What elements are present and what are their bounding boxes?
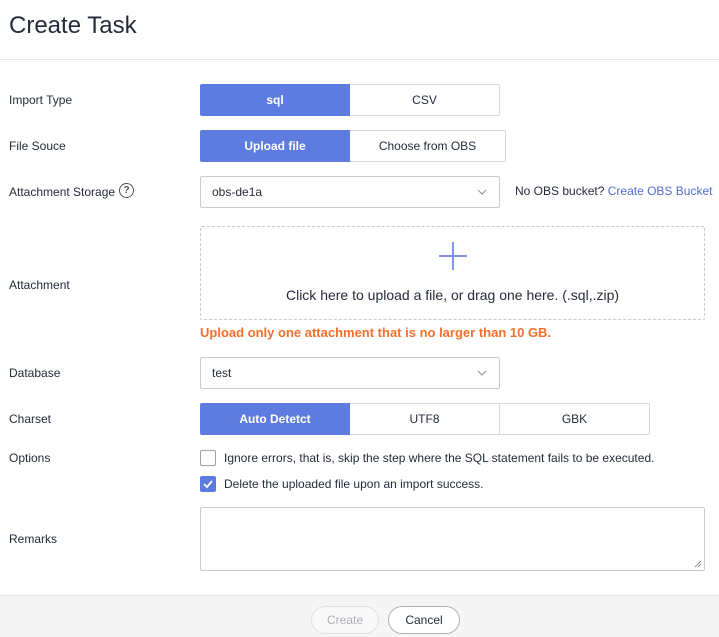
import-type-label: Import Type bbox=[9, 93, 73, 107]
file-upload-dropzone[interactable]: Click here to upload a file, or drag one… bbox=[200, 226, 705, 320]
obs-hint: No OBS bucket? Create OBS Bucket bbox=[515, 184, 712, 198]
attachment-storage-select[interactable]: obs-de1a bbox=[200, 176, 500, 208]
ignore-errors-option[interactable]: Ignore errors, that is, skip the step wh… bbox=[200, 450, 654, 466]
charset-utf8-option[interactable]: UTF8 bbox=[350, 403, 500, 435]
charset-segmented: Auto Detetct UTF8 GBK bbox=[200, 403, 650, 435]
database-value: test bbox=[212, 366, 232, 380]
delete-file-option[interactable]: Delete the uploaded file upon an import … bbox=[200, 476, 484, 492]
obs-hint-text: No OBS bucket? bbox=[515, 184, 605, 198]
chevron-down-icon bbox=[477, 189, 487, 195]
help-icon[interactable]: ? bbox=[119, 183, 135, 199]
charset-label: Charset bbox=[9, 412, 52, 426]
dialog-title: Create Task bbox=[9, 12, 137, 39]
attachment-storage-label-row: Attachment Storage? bbox=[9, 183, 135, 200]
title-divider bbox=[0, 59, 719, 60]
file-source-segmented: Upload file Choose from OBS bbox=[200, 130, 506, 162]
plus-icon bbox=[439, 242, 467, 270]
remarks-label: Remarks bbox=[9, 532, 58, 546]
dialog-footer: Create Cancel bbox=[0, 595, 719, 637]
charset-auto-option[interactable]: Auto Detetct bbox=[200, 403, 350, 435]
dropzone-text: Click here to upload a file, or drag one… bbox=[285, 287, 620, 303]
delete-file-label: Delete the uploaded file upon an import … bbox=[224, 477, 484, 491]
file-source-obs-option[interactable]: Choose from OBS bbox=[350, 130, 506, 162]
attachment-size-warning: Upload only one attachment that is no la… bbox=[200, 325, 552, 340]
import-type-csv-option[interactable]: CSV bbox=[350, 84, 500, 116]
attachment-label: Attachment bbox=[9, 278, 70, 292]
chevron-down-icon bbox=[477, 370, 487, 376]
delete-file-checkbox[interactable] bbox=[200, 476, 216, 492]
options-label: Options bbox=[9, 451, 51, 465]
charset-gbk-option[interactable]: GBK bbox=[500, 403, 650, 435]
create-obs-bucket-link[interactable]: Create OBS Bucket bbox=[608, 184, 713, 198]
database-select[interactable]: test bbox=[200, 357, 500, 389]
file-source-upload-option[interactable]: Upload file bbox=[200, 130, 350, 162]
ignore-errors-checkbox[interactable] bbox=[200, 450, 216, 466]
resize-grip-icon[interactable] bbox=[694, 560, 702, 568]
checkmark-icon bbox=[203, 480, 213, 489]
create-button[interactable]: Create bbox=[311, 606, 379, 634]
attachment-storage-value: obs-de1a bbox=[212, 185, 263, 199]
attachment-storage-label: Attachment Storage bbox=[9, 185, 116, 199]
remarks-textarea[interactable] bbox=[200, 507, 705, 571]
cancel-button[interactable]: Cancel bbox=[388, 606, 460, 634]
database-label: Database bbox=[9, 366, 61, 380]
import-type-segmented: sql CSV bbox=[200, 84, 500, 116]
file-source-label: File Souce bbox=[9, 139, 66, 153]
import-type-sql-option[interactable]: sql bbox=[200, 84, 350, 116]
ignore-errors-label: Ignore errors, that is, skip the step wh… bbox=[224, 451, 655, 465]
